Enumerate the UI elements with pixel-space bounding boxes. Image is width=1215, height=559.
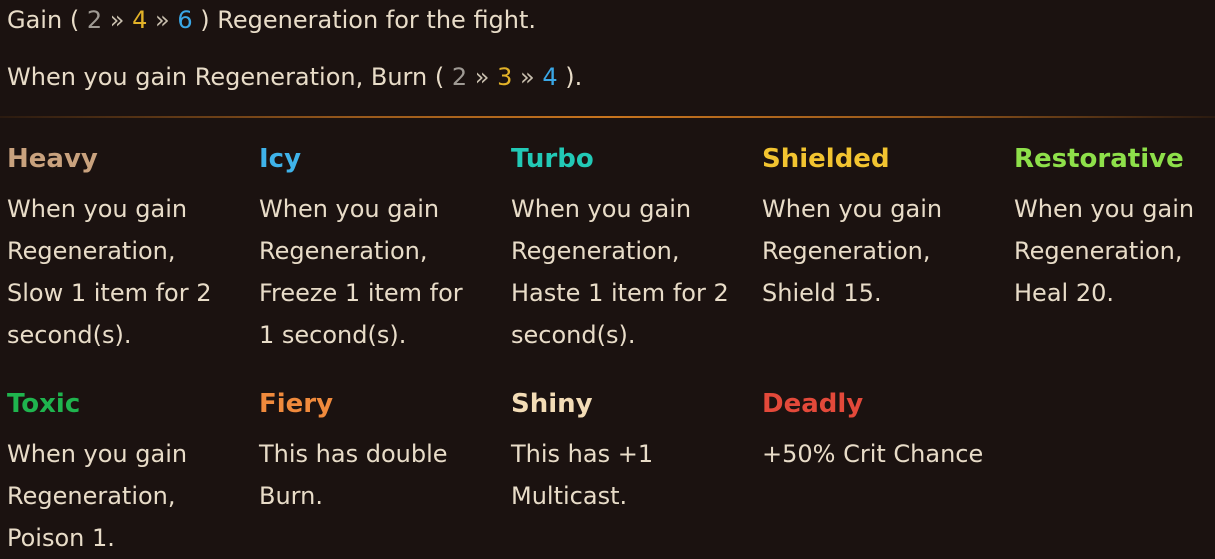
enchantment-description: When you gain Regeneration, Slow 1 item …	[7, 195, 212, 349]
tier-value-diamond: 6	[177, 6, 193, 34]
ability-line-regeneration: Gain ( 2 » 4 » 6 ) Regeneration for the …	[7, 5, 536, 35]
item-tooltip: Gain ( 2 » 4 » 6 ) Regeneration for the …	[0, 0, 1215, 552]
enchantment-title: Heavy	[7, 144, 98, 174]
enchantment-title: Deadly	[762, 389, 864, 419]
tier-value-bronze: 2	[451, 63, 468, 91]
ability-line-burn: When you gain Regeneration, Burn ( 2 » 3…	[7, 62, 582, 92]
enchantment-shiny: Shiny This has +1 Multicast.	[511, 387, 751, 517]
tier-value-gold: 3	[497, 63, 513, 91]
tier-open-paren: (	[434, 63, 445, 91]
enchantment-title: Shielded	[762, 144, 890, 174]
enchantment-restorative: Restorative When you gain Regeneration, …	[1014, 142, 1215, 314]
enchantment-turbo: Turbo When you gain Regeneration, Haste …	[511, 142, 751, 356]
tier-separator: »	[109, 6, 125, 34]
enchantment-title: Restorative	[1014, 144, 1184, 174]
enchantment-description: When you gain Regeneration, Heal 20.	[1014, 195, 1195, 307]
enchantment-description: When you gain Regeneration, Freeze 1 ite…	[259, 195, 463, 349]
enchantment-heavy: Heavy When you gain Regeneration, Slow 1…	[7, 142, 247, 356]
tier-value-diamond: 4	[542, 63, 558, 91]
enchantment-description: When you gain Regeneration, Shield 15.	[762, 195, 943, 307]
tier-open-paren: (	[69, 6, 80, 34]
enchantment-title: Turbo	[511, 144, 594, 174]
enchantment-deadly: Deadly +50% Crit Chance	[762, 387, 1002, 475]
tier-close-paren: )	[565, 63, 575, 91]
ability-prefix: Gain	[7, 6, 63, 34]
enchantment-title: Icy	[259, 144, 302, 174]
enchantment-toxic: Toxic When you gain Regeneration, Poison…	[7, 387, 247, 559]
enchantment-icy: Icy When you gain Regeneration, Freeze 1…	[259, 142, 499, 356]
enchantment-title: Toxic	[7, 389, 81, 419]
tier-close-paren: )	[200, 6, 210, 34]
ability-prefix: When you gain Regeneration, Burn	[7, 63, 428, 91]
enchantment-description: This has +1 Multicast.	[511, 440, 654, 510]
section-divider	[0, 116, 1215, 118]
tier-value-gold: 4	[132, 6, 148, 34]
enchantment-title: Fiery	[259, 389, 334, 419]
enchantment-title: Shiny	[511, 389, 593, 419]
ability-suffix: Regeneration for the fight.	[217, 6, 537, 34]
enchantment-description: When you gain Regeneration, Poison 1.	[7, 440, 188, 552]
tier-separator: »	[520, 63, 535, 91]
enchantment-description: This has double Burn.	[259, 440, 448, 510]
enchantment-shielded: Shielded When you gain Regeneration, Shi…	[762, 142, 1002, 314]
enchantment-description: When you gain Regeneration, Haste 1 item…	[511, 195, 729, 349]
enchantment-description: +50% Crit Chance	[762, 440, 984, 468]
enchantment-fiery: Fiery This has double Burn.	[259, 387, 499, 517]
ability-suffix: .	[574, 63, 583, 91]
tier-separator: »	[474, 63, 490, 91]
tier-value-bronze: 2	[86, 6, 103, 34]
tier-separator: »	[155, 6, 170, 34]
